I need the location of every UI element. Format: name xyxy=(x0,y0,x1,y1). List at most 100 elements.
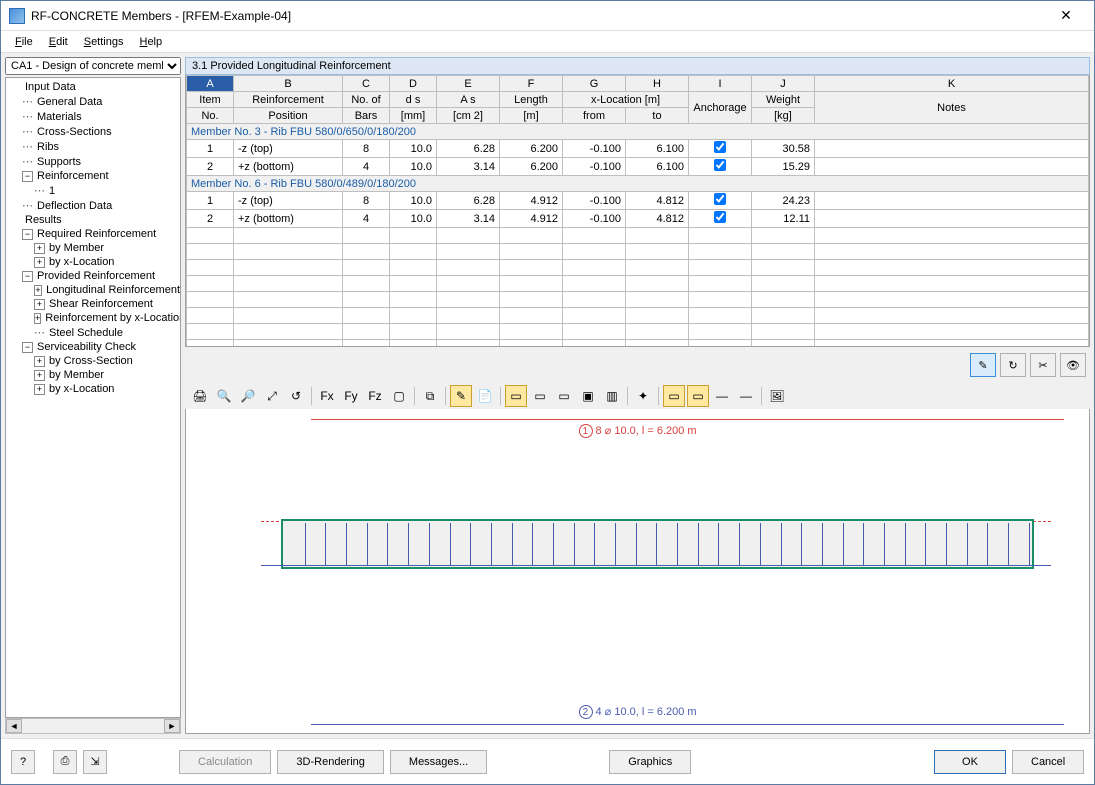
tree-toggle-icon[interactable]: + xyxy=(34,285,42,296)
col-hdr[interactable]: [cm 2] xyxy=(437,108,500,124)
tree-toggle-icon[interactable]: + xyxy=(34,257,45,268)
tree-toggle-icon[interactable]: + xyxy=(34,384,45,395)
ok-button[interactable]: OK xyxy=(934,750,1006,774)
v3-icon[interactable]: ▭ xyxy=(553,385,575,407)
tree-hscroll[interactable]: ◄► xyxy=(5,718,181,734)
tree-toggle-icon[interactable]: − xyxy=(22,271,33,282)
close-button[interactable]: ✕ xyxy=(1046,7,1086,24)
anchorage-checkbox[interactable] xyxy=(714,193,726,205)
view-icon[interactable]: 👁 xyxy=(1060,353,1086,377)
help-button[interactable]: ? xyxy=(11,750,35,774)
tree-node[interactable]: ⋯1 xyxy=(6,183,180,198)
table-row[interactable]: 2+z (bottom)410.03.144.912-0.1004.81212.… xyxy=(187,210,1089,228)
menu-help[interactable]: Help xyxy=(131,34,170,50)
col-letter[interactable]: K xyxy=(815,76,1089,92)
tree-node[interactable]: +by Cross-Section xyxy=(6,354,180,368)
table-row[interactable] xyxy=(187,276,1089,292)
col-letter[interactable]: C xyxy=(343,76,390,92)
tree-node[interactable]: Results xyxy=(6,213,180,227)
col-hdr[interactable]: No. xyxy=(187,108,234,124)
d3-icon[interactable]: — xyxy=(711,385,733,407)
d2-icon[interactable]: ▭ xyxy=(687,385,709,407)
table-row[interactable] xyxy=(187,340,1089,348)
tree-node[interactable]: ⋯Ribs xyxy=(6,139,180,154)
tree-node[interactable]: Input Data xyxy=(6,80,180,94)
data-table[interactable]: ABCDEFGHIJKItemReinforcementNo. ofd sA s… xyxy=(186,75,1089,347)
col-hdr[interactable]: No. of xyxy=(343,92,390,108)
tree-node[interactable]: ⋯Materials xyxy=(6,109,180,124)
col-hdr[interactable]: Length xyxy=(500,92,563,108)
col-hdr[interactable]: to xyxy=(626,108,689,124)
v2-icon[interactable]: ▭ xyxy=(529,385,551,407)
v1-icon[interactable]: ▭ xyxy=(505,385,527,407)
d4-icon[interactable]: — xyxy=(735,385,757,407)
edit-icon[interactable]: ✎ xyxy=(970,353,996,377)
col-hdr[interactable]: x-Location [m] xyxy=(563,92,689,108)
print-icon[interactable]: 🖨 xyxy=(189,385,211,407)
data-table-wrap[interactable]: ABCDEFGHIJKItemReinforcementNo. ofd sA s… xyxy=(185,75,1090,347)
3d-rendering-button[interactable]: 3D-Rendering xyxy=(277,750,383,774)
tree-node[interactable]: +by x-Location xyxy=(6,255,180,269)
tree-node[interactable]: ⋯Deflection Data xyxy=(6,198,180,213)
v5-icon[interactable]: ▥ xyxy=(601,385,623,407)
group-row[interactable]: Member No. 3 - Rib FBU 580/0/650/0/180/2… xyxy=(187,124,1089,140)
table-row[interactable] xyxy=(187,308,1089,324)
box-icon[interactable]: ▢ xyxy=(388,385,410,407)
tree-node[interactable]: ⋯General Data xyxy=(6,94,180,109)
col-hdr[interactable]: Item xyxy=(187,92,234,108)
case-selector[interactable]: CA1 - Design of concrete memb xyxy=(5,57,181,75)
col-letter[interactable]: F xyxy=(500,76,563,92)
menu-edit[interactable]: Edit xyxy=(41,34,76,50)
table-row[interactable] xyxy=(187,260,1089,276)
tree-toggle-icon[interactable]: + xyxy=(34,370,45,381)
col-letter[interactable]: G xyxy=(563,76,626,92)
col-hdr[interactable]: Weight xyxy=(752,92,815,108)
cancel-button[interactable]: Cancel xyxy=(1012,750,1084,774)
fz-icon[interactable]: Fz xyxy=(364,385,386,407)
col-hdr[interactable]: [m] xyxy=(500,108,563,124)
col-hdr[interactable]: Anchorage xyxy=(689,92,752,124)
print-button[interactable]: ⎙ xyxy=(53,750,77,774)
doc-icon[interactable]: 📄 xyxy=(474,385,496,407)
graphics-button[interactable]: Graphics xyxy=(609,750,691,774)
tree-node[interactable]: ⋯Supports xyxy=(6,154,180,169)
col-letter[interactable]: H xyxy=(626,76,689,92)
menu-settings[interactable]: Settings xyxy=(76,34,132,50)
col-letter[interactable]: A xyxy=(187,76,234,92)
zoom-extents-icon[interactable]: ⤢ xyxy=(261,385,283,407)
messages-button[interactable]: Messages... xyxy=(390,750,487,774)
table-row[interactable] xyxy=(187,324,1089,340)
table-row[interactable]: 2+z (bottom)410.03.146.200-0.1006.10015.… xyxy=(187,158,1089,176)
tree-toggle-icon[interactable]: + xyxy=(34,313,41,324)
tree-node[interactable]: +by Member xyxy=(6,241,180,255)
tree-node[interactable]: +Shear Reinforcement xyxy=(6,297,180,311)
col-hdr[interactable]: [kg] xyxy=(752,108,815,124)
col-hdr[interactable]: d s xyxy=(390,92,437,108)
table-row[interactable]: 1-z (top)810.06.284.912-0.1004.81224.23 xyxy=(187,192,1089,210)
tree-node[interactable]: −Required Reinforcement xyxy=(6,227,180,241)
tree-node[interactable]: ⋯Cross-Sections xyxy=(6,124,180,139)
tree-toggle-icon[interactable]: − xyxy=(22,342,33,353)
col-hdr[interactable]: Reinforcement xyxy=(234,92,343,108)
zoom-icon[interactable]: 🔎 xyxy=(237,385,259,407)
tree-node[interactable]: +by Member xyxy=(6,368,180,382)
col-letter[interactable]: B xyxy=(234,76,343,92)
tree-node[interactable]: +by x-Location xyxy=(6,382,180,396)
calculation-button[interactable]: Calculation xyxy=(179,750,271,774)
tree-toggle-icon[interactable]: + xyxy=(34,243,45,254)
tree-toggle-icon[interactable]: + xyxy=(34,299,45,310)
find-icon[interactable]: 🔍 xyxy=(213,385,235,407)
tree-node[interactable]: −Reinforcement xyxy=(6,169,180,183)
col-letter[interactable]: E xyxy=(437,76,500,92)
tree-node[interactable]: +Longitudinal Reinforcement xyxy=(6,283,180,297)
img-icon[interactable]: 🖼 xyxy=(766,385,788,407)
col-letter[interactable]: J xyxy=(752,76,815,92)
col-letter[interactable]: D xyxy=(390,76,437,92)
d1-icon[interactable]: ▭ xyxy=(663,385,685,407)
anchorage-checkbox[interactable] xyxy=(714,159,726,171)
tree-toggle-icon[interactable]: − xyxy=(22,229,33,240)
fy-icon[interactable]: Fy xyxy=(340,385,362,407)
col-hdr[interactable]: Position xyxy=(234,108,343,124)
edit2-icon[interactable]: ✎ xyxy=(450,385,472,407)
apply-icon[interactable]: ↻ xyxy=(1000,353,1026,377)
